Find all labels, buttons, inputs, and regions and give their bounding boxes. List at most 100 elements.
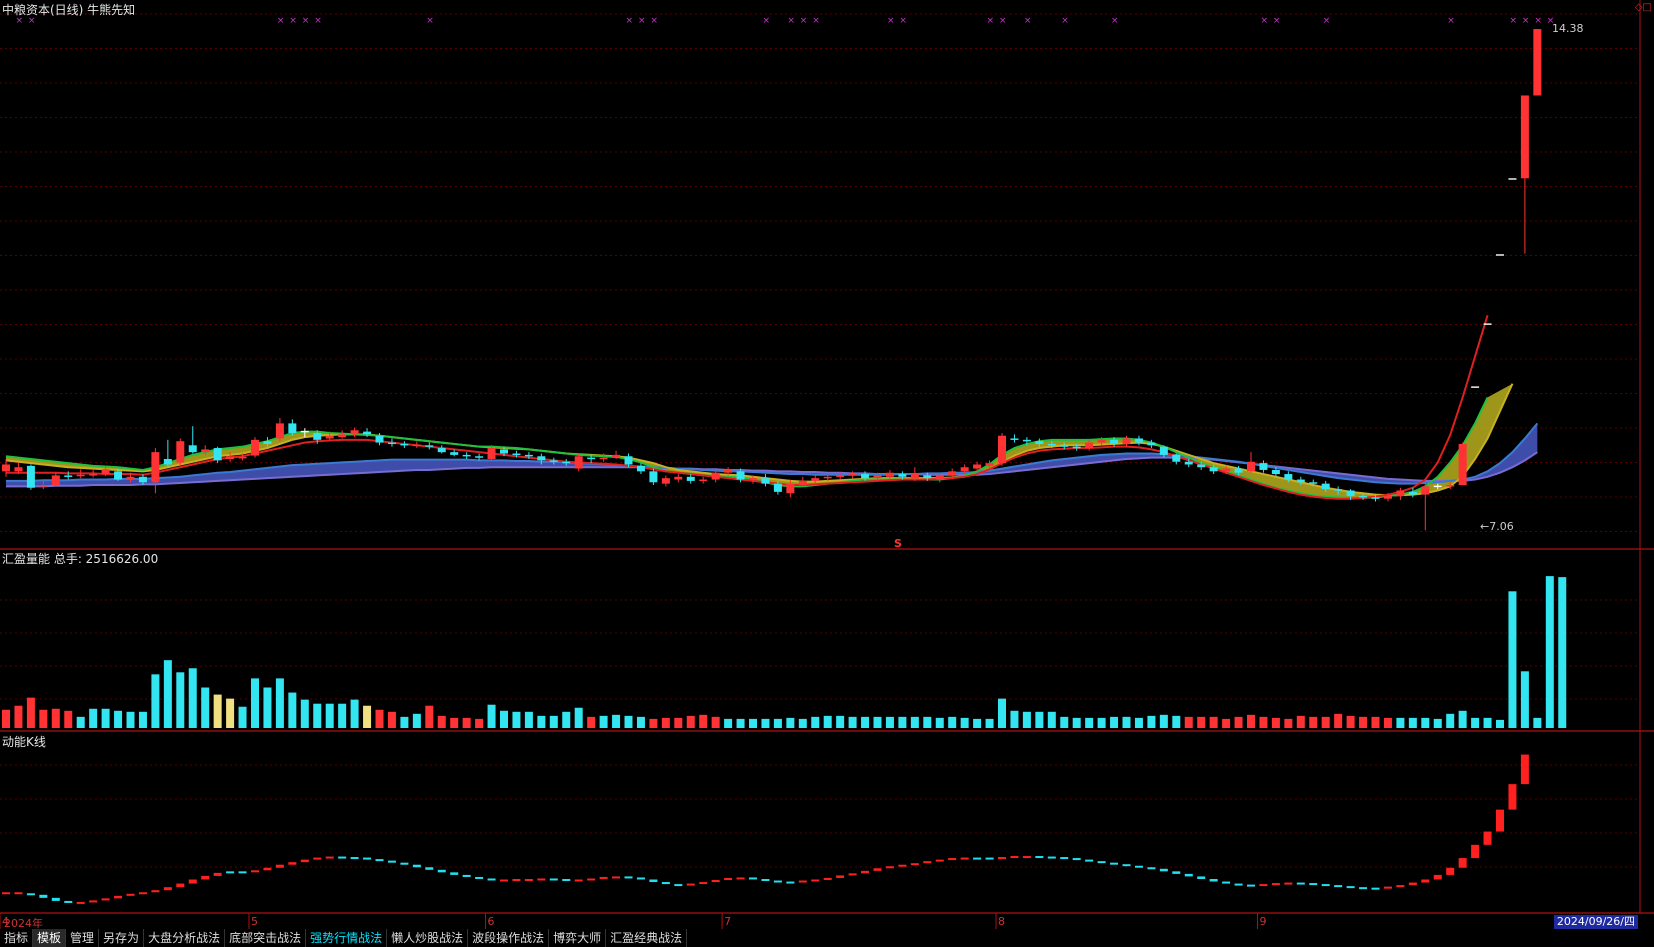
candle[interactable]: [1247, 452, 1255, 473]
candle[interactable]: [711, 469, 720, 483]
candle[interactable]: [1533, 29, 1542, 96]
candle-body: [898, 474, 907, 477]
signal-marker: ×: [800, 16, 808, 26]
candle[interactable]: [425, 442, 434, 450]
candle[interactable]: [649, 468, 658, 486]
candle[interactable]: [1458, 442, 1467, 486]
candle[interactable]: [699, 476, 708, 484]
momentum-segment: [51, 897, 60, 901]
candle-body: [1296, 479, 1305, 483]
momentum-segment: [724, 877, 733, 881]
toolbar-item-10[interactable]: 汇盈经典战法: [606, 929, 688, 947]
volume-bar: [1321, 716, 1330, 728]
toolbar-item-7[interactable]: 懒人炒股战法: [387, 929, 469, 947]
volume-bar: [612, 714, 621, 728]
stock-title: 中粮资本(日线) 牛熊先知: [2, 3, 136, 17]
window-control-icon[interactable]: ◇□: [1635, 2, 1652, 13]
volume-bar: [213, 694, 222, 728]
candle[interactable]: [51, 472, 60, 487]
volume-bars[interactable]: [2, 576, 1567, 728]
candle-body: [1197, 464, 1206, 468]
signal-marker: ×: [1260, 16, 1268, 26]
candle[interactable]: [998, 432, 1006, 466]
candle-body: [1408, 491, 1417, 495]
candle[interactable]: [686, 474, 695, 484]
signal-marker: ×: [887, 16, 895, 26]
month-label: 5: [251, 915, 258, 928]
candle[interactable]: [251, 437, 259, 458]
candle[interactable]: [636, 463, 645, 475]
candle-body: [1010, 438, 1019, 440]
volume-bar: [251, 678, 259, 728]
momentum-line[interactable]: [2, 754, 1529, 904]
toolbar-item-0[interactable]: 指标: [0, 929, 34, 947]
toolbar-item-9[interactable]: 博弈大师: [549, 929, 607, 947]
momentum-segment: [1346, 886, 1355, 889]
volume-bar: [226, 698, 235, 728]
volume-bar: [1508, 591, 1517, 728]
candle-body: [1060, 445, 1069, 447]
candle[interactable]: [338, 430, 347, 439]
candle-body: [1458, 443, 1467, 486]
candle[interactable]: [26, 464, 35, 490]
candle[interactable]: [1172, 453, 1181, 465]
candle[interactable]: [661, 475, 670, 487]
candle-body: [1259, 463, 1268, 470]
candle[interactable]: [163, 439, 172, 468]
candle[interactable]: [176, 438, 185, 466]
toolbar-item-2[interactable]: 管理: [66, 929, 100, 947]
volume-bar: [960, 717, 969, 728]
toolbar-item-3[interactable]: 另存为: [99, 929, 145, 947]
volume-bar: [1334, 713, 1343, 728]
momentum-segment: [749, 877, 757, 880]
momentum-segment: [699, 882, 708, 885]
candle-body: [76, 474, 85, 477]
signal-marker: ×: [650, 16, 658, 26]
signal-marker: ×: [289, 16, 297, 26]
candle[interactable]: [1421, 483, 1430, 531]
candle-body: [699, 479, 708, 482]
momentum-segment: [1508, 784, 1517, 810]
toolbar-item-5[interactable]: 底部突击战法: [225, 929, 307, 947]
candle[interactable]: [437, 445, 446, 454]
volume-bar: [1022, 711, 1031, 728]
candle[interactable]: [1520, 95, 1529, 254]
low-price-label: ←7.06: [1480, 520, 1514, 533]
momentum-segment: [549, 878, 558, 881]
candle[interactable]: [798, 476, 807, 487]
signal-marker: ×: [787, 16, 795, 26]
volume-bar: [1421, 717, 1430, 728]
candle[interactable]: [350, 427, 359, 438]
signal-marker: ×: [899, 16, 907, 26]
toolbar-item-6[interactable]: 强势行情战法: [306, 929, 388, 947]
momentum-segment: [1496, 809, 1504, 832]
volume-bar: [1209, 716, 1218, 728]
candle[interactable]: [1122, 435, 1131, 447]
candle[interactable]: [1010, 434, 1019, 443]
momentum-segment: [923, 861, 932, 864]
momentum-segment: [1309, 883, 1318, 886]
candle[interactable]: [574, 453, 583, 472]
volume-bar: [624, 715, 633, 728]
toolbar-item-4[interactable]: 大盘分析战法: [144, 929, 226, 947]
candle[interactable]: [761, 474, 770, 487]
volume-bar: [1471, 717, 1480, 728]
candle[interactable]: [275, 417, 284, 442]
candle[interactable]: [674, 474, 683, 483]
candle[interactable]: [462, 452, 471, 459]
candle-body: [1172, 454, 1181, 462]
momentum-segment: [475, 876, 484, 879]
toolbar-item-1[interactable]: 模板: [33, 929, 67, 947]
toolbar-item-8[interactable]: 波段操作战法: [468, 929, 550, 947]
volume-bar: [786, 717, 795, 728]
candle[interactable]: [1396, 487, 1405, 501]
stock-chart[interactable]: × × × × × × × × × × × × × × × × × × × × × × × × × × × × × 14.38 ←7.0…: [0, 0, 1654, 947]
momentum-segment: [773, 880, 782, 883]
candle[interactable]: [412, 441, 421, 449]
candle[interactable]: [213, 446, 222, 464]
volume-bar: [736, 718, 745, 728]
candle[interactable]: [400, 441, 409, 449]
candle[interactable]: [151, 448, 160, 494]
volume-bar: [412, 713, 421, 728]
candle[interactable]: [188, 426, 197, 454]
